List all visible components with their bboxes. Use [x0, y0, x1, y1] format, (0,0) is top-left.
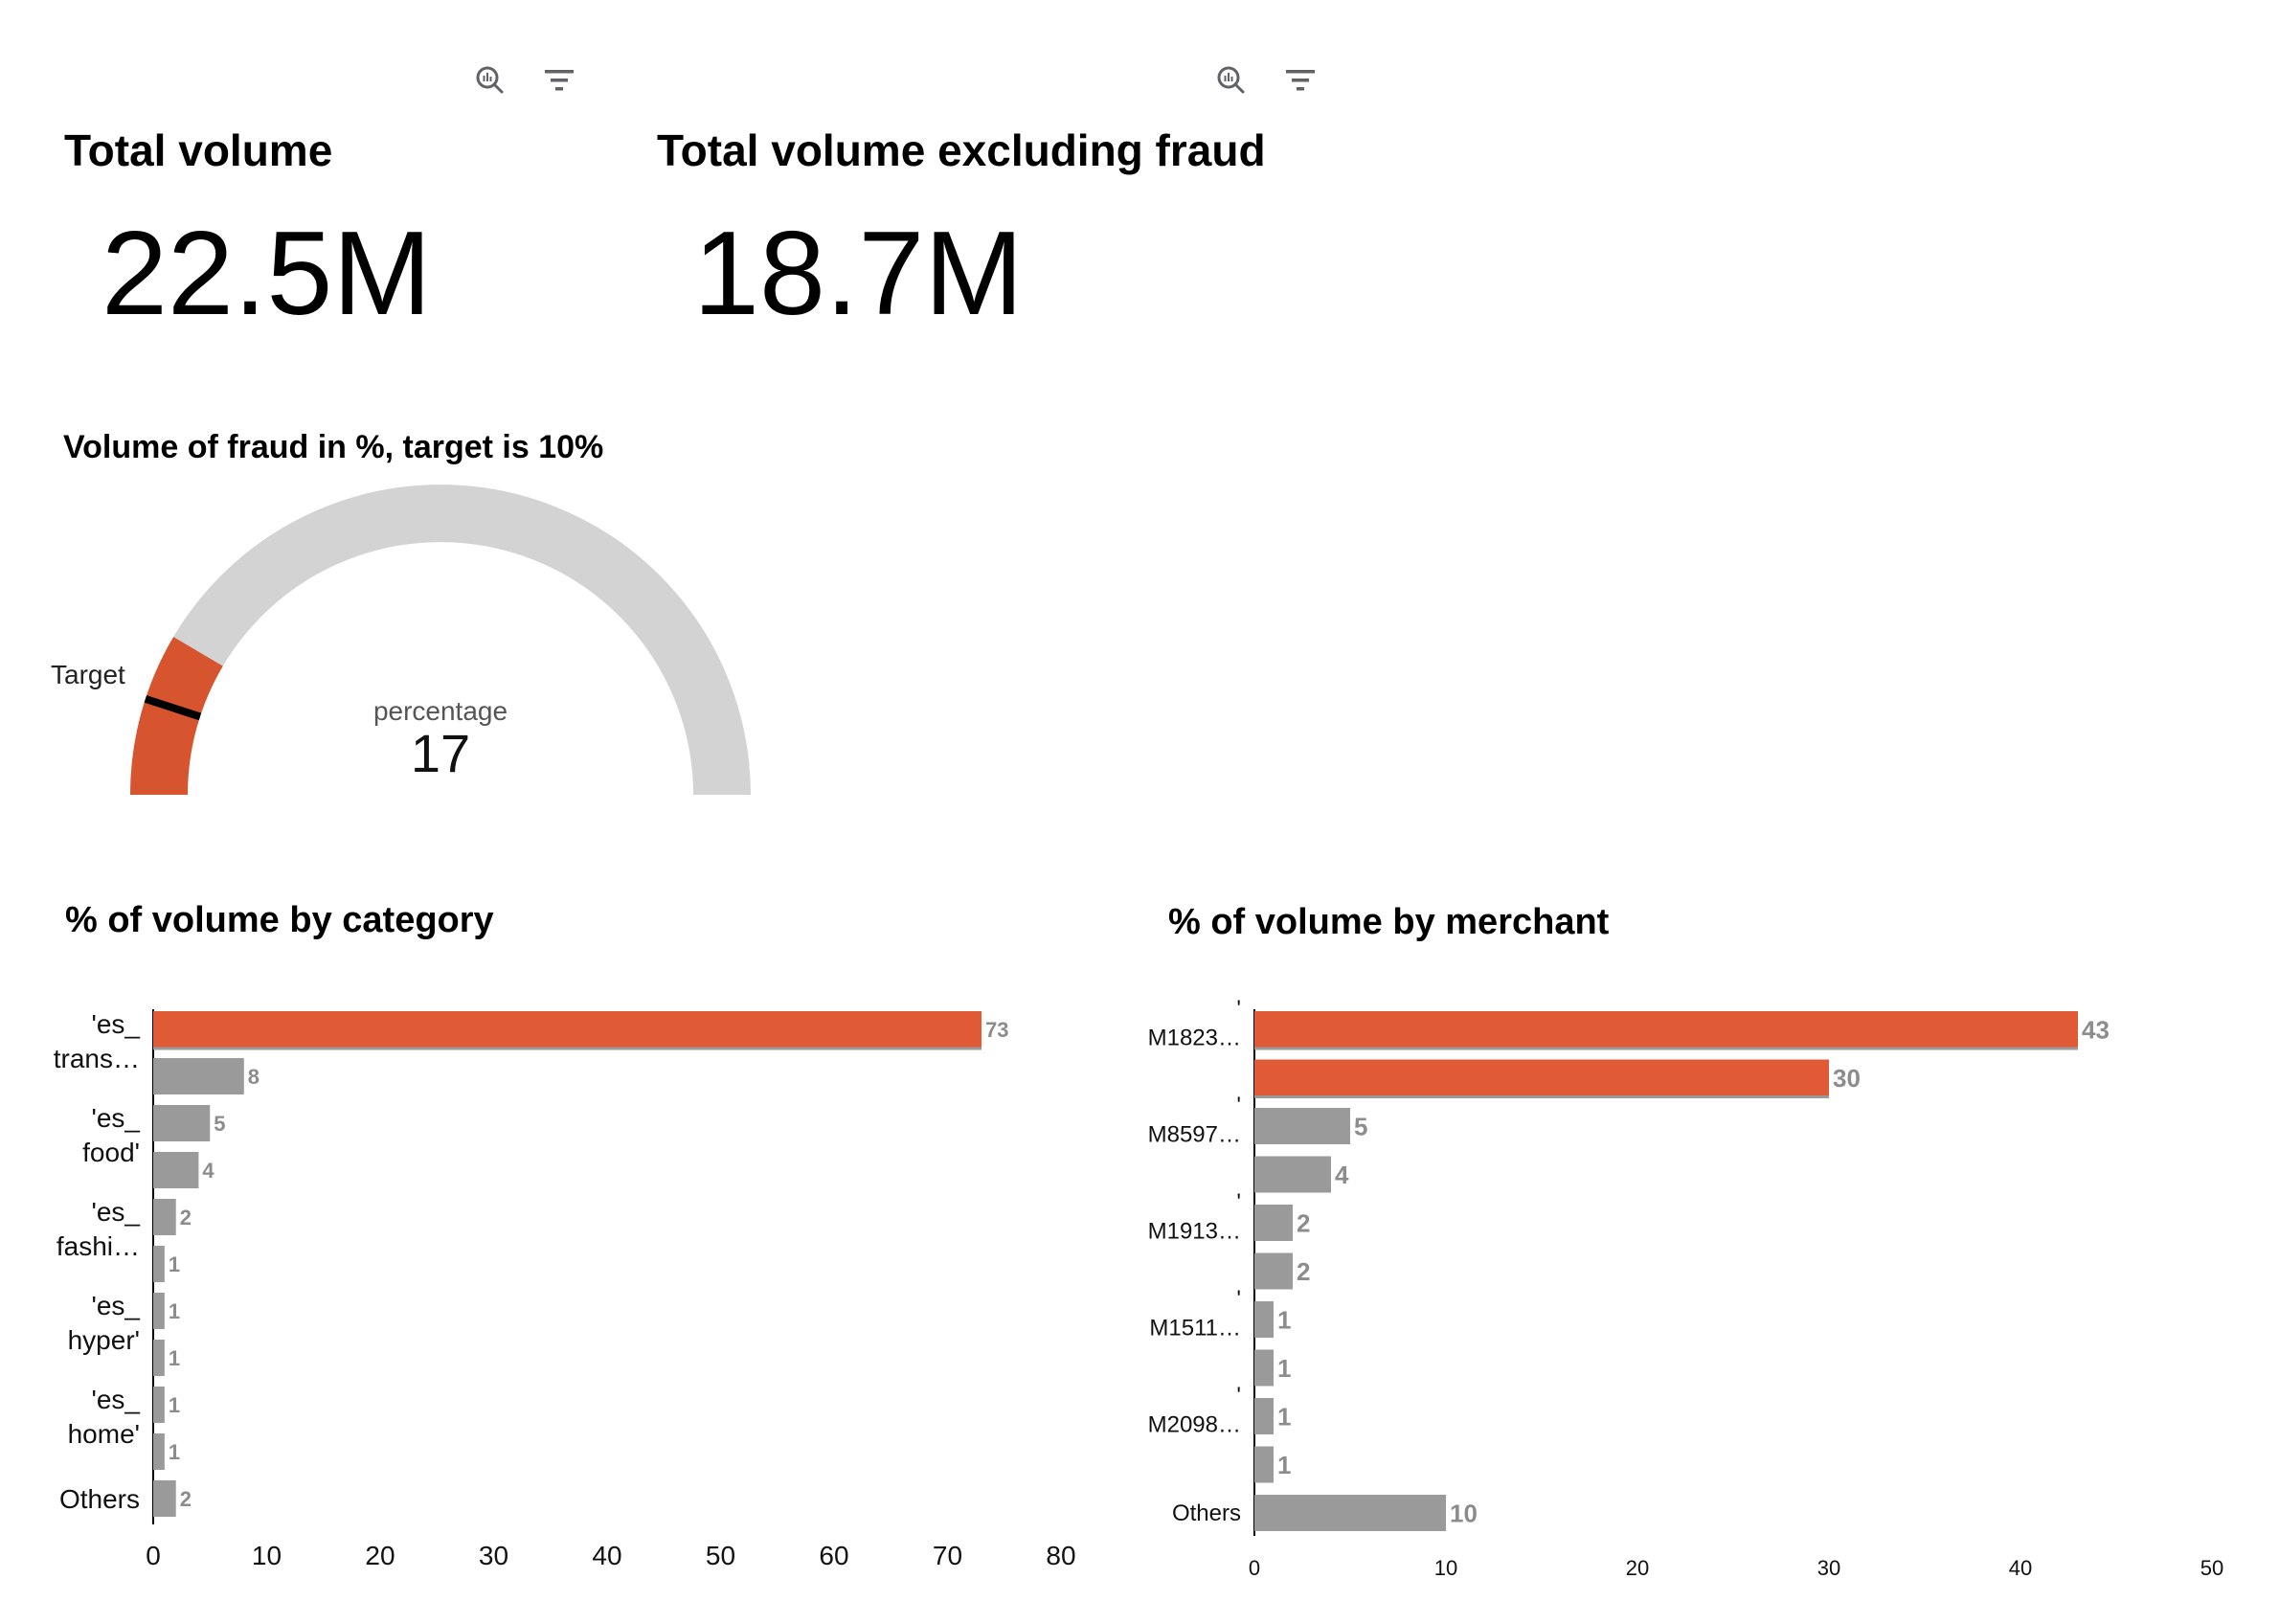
kpi-title-total-volume-excluding-fraud: Total volume excluding fraud [657, 125, 1266, 175]
bar-value-label: 1 [1277, 1354, 1291, 1383]
bar[interactable] [153, 1433, 165, 1470]
bar-value-label: 73 [985, 1018, 1008, 1042]
bar-value-label: 10 [1450, 1499, 1478, 1527]
kpi-value-total-volume-excluding-fraud: 18.7M [693, 208, 1024, 340]
bar-value-label: 1 [169, 1393, 180, 1417]
category-label: ' M2098… [1148, 1383, 1241, 1438]
bar-value-label: 1 [169, 1346, 180, 1370]
category-label: 'es_ trans… [54, 1009, 141, 1073]
x-tick-label: 30 [1817, 1556, 1840, 1580]
category-label: 'es_ home' [68, 1385, 141, 1449]
x-tick-label: 80 [1046, 1541, 1075, 1570]
bar-value-label: 4 [202, 1159, 214, 1183]
bar-value-label: 43 [2082, 1015, 2110, 1044]
zoom-analytics-icon[interactable] [1212, 61, 1251, 100]
bar-value-label: 2 [180, 1206, 192, 1229]
x-tick-label: 40 [592, 1541, 621, 1570]
bar[interactable] [1254, 1446, 1274, 1483]
category-label: Others [1172, 1500, 1241, 1526]
bar[interactable] [1254, 1156, 1331, 1193]
gauge-target-label: Target [51, 660, 125, 689]
x-tick-label: 10 [1434, 1556, 1457, 1580]
bar-value-label: 1 [1277, 1305, 1291, 1334]
bar[interactable] [1254, 1398, 1274, 1434]
bar[interactable] [153, 1340, 165, 1376]
bar[interactable] [1254, 1349, 1274, 1387]
x-tick-label: 30 [479, 1541, 508, 1570]
x-tick-label: 50 [706, 1541, 735, 1570]
bar[interactable] [1254, 1252, 1293, 1290]
bar[interactable] [153, 1246, 165, 1282]
x-tick-label: 50 [2200, 1556, 2223, 1580]
bar[interactable] [153, 1152, 199, 1188]
x-tick-label: 0 [146, 1541, 161, 1570]
gauge-value: 17 [411, 723, 470, 783]
bar-value-label: 2 [1297, 1257, 1310, 1286]
bar[interactable] [1254, 1301, 1274, 1338]
bar[interactable] [1254, 1108, 1350, 1144]
x-tick-label: 70 [933, 1541, 962, 1570]
bar-value-label: 2 [1297, 1208, 1310, 1237]
bar-value-label: 2 [180, 1487, 192, 1511]
kpi-title-total-volume: Total volume [64, 125, 333, 175]
category-label: ' M1913… [1148, 1189, 1241, 1245]
category-label: ' M1823… [1148, 996, 1241, 1051]
x-tick-label: 40 [2009, 1556, 2032, 1580]
filter-icon[interactable] [540, 61, 578, 100]
bar[interactable] [153, 1199, 176, 1235]
kpi-value-total-volume: 22.5M [102, 208, 432, 340]
category-chart-title: % of volume by category [65, 900, 494, 940]
bar[interactable] [1254, 1495, 1446, 1531]
gauge-label: percentage [373, 696, 508, 726]
bar-value-label: 1 [1277, 1402, 1291, 1431]
bar[interactable] [1254, 1011, 2078, 1048]
category-label: 'es_ fashi… [56, 1197, 141, 1261]
bar-value-label: 4 [1335, 1161, 1349, 1189]
category-bar-chart: 73'es_ trans…85'es_ food'42'es_ fashi…11'es… [54, 1009, 1076, 1570]
bar-value-label: 5 [214, 1112, 225, 1136]
bar[interactable] [1254, 1205, 1293, 1241]
category-label: 'es_ hyper' [68, 1291, 141, 1355]
gauge-fill [130, 637, 224, 796]
category-label: ' M8597… [1148, 1093, 1241, 1148]
bar-value-label: 1 [1277, 1451, 1291, 1479]
bar[interactable] [153, 1387, 165, 1423]
x-tick-label: 20 [1626, 1556, 1649, 1580]
fraud-gauge: Target percentage 17 [51, 485, 751, 796]
x-tick-label: 10 [252, 1541, 282, 1570]
category-label: Others [59, 1484, 140, 1514]
bar[interactable] [153, 1058, 244, 1094]
bar-value-label: 1 [169, 1440, 180, 1464]
category-label: 'es_ food' [82, 1103, 140, 1167]
bar-value-label: 1 [169, 1299, 180, 1323]
bar[interactable] [153, 1105, 211, 1141]
bar-value-label: 1 [169, 1252, 180, 1276]
bar-value-label: 8 [248, 1065, 259, 1089]
merchant-chart-title: % of volume by merchant [1168, 902, 1610, 942]
category-label: ' M1511… [1149, 1286, 1241, 1342]
bar-value-label: 30 [1833, 1064, 1861, 1093]
filter-icon[interactable] [1281, 61, 1320, 100]
bar-value-label: 5 [1354, 1112, 1367, 1140]
x-tick-label: 20 [365, 1541, 395, 1570]
bar[interactable] [153, 1293, 165, 1329]
zoom-analytics-icon[interactable] [471, 61, 509, 100]
x-tick-label: 0 [1249, 1556, 1260, 1580]
bar[interactable] [1254, 1059, 1829, 1096]
bar[interactable] [153, 1011, 982, 1048]
merchant-bar-chart: 43' M1823…305' M8597…42' M1913…21' M1511…11'… [1148, 996, 2224, 1580]
bar[interactable] [153, 1480, 176, 1517]
x-tick-label: 60 [819, 1541, 848, 1570]
